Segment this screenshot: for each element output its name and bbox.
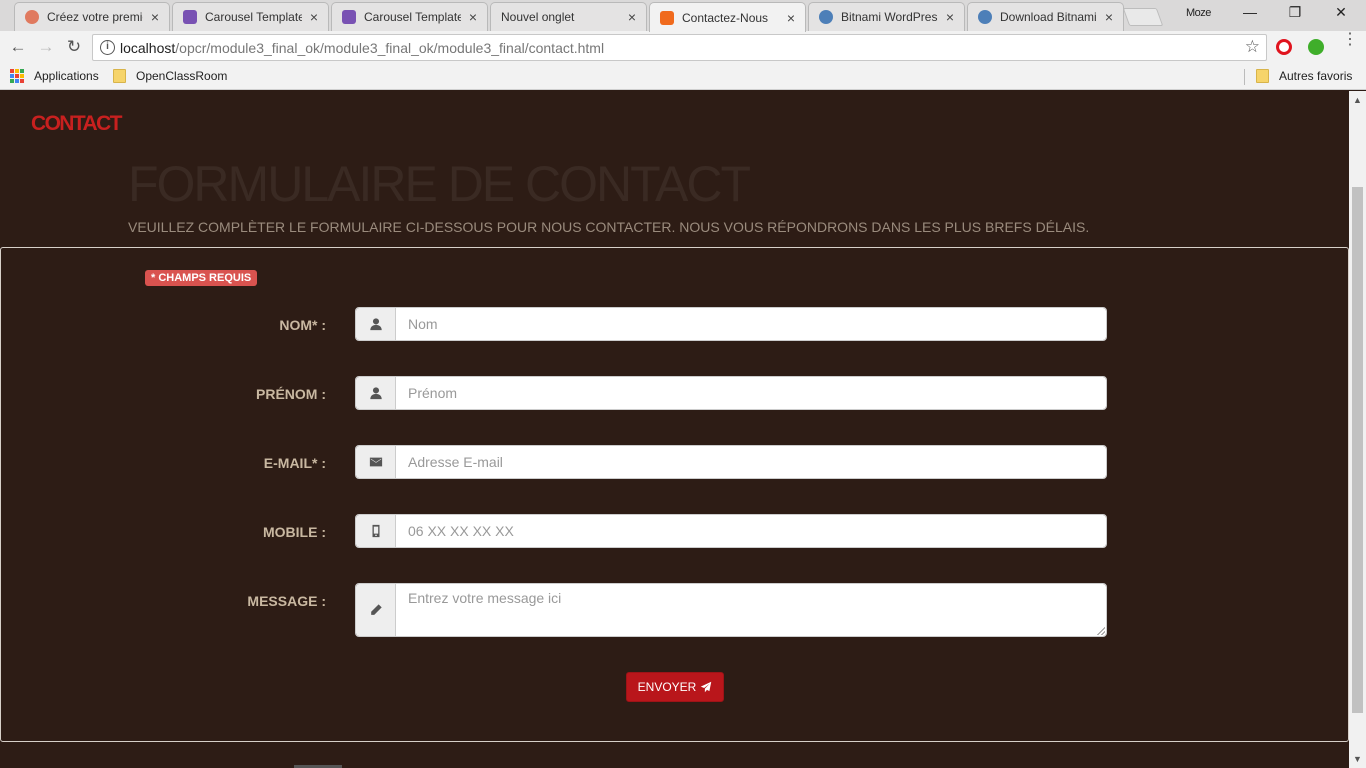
tab-download-bitnami[interactable]: Download Bitnami × bbox=[967, 2, 1124, 31]
mobile-input-group bbox=[355, 514, 1107, 548]
tab-close-icon[interactable]: × bbox=[1103, 9, 1115, 25]
textarea-resize-handle[interactable] bbox=[1097, 627, 1105, 635]
envelope-icon bbox=[356, 446, 396, 478]
tab-title: Nouvel onglet bbox=[501, 10, 575, 24]
minimize-button[interactable]: — bbox=[1238, 4, 1262, 24]
email-input-group bbox=[355, 445, 1107, 479]
info-icon[interactable]: i bbox=[100, 40, 115, 55]
tab-title: Download Bitnami bbox=[1000, 10, 1097, 24]
message-textarea[interactable] bbox=[396, 584, 1106, 636]
tab-close-icon[interactable]: × bbox=[149, 9, 161, 25]
tab-title: Créez votre premie bbox=[47, 10, 143, 24]
new-tab-button[interactable] bbox=[1122, 8, 1164, 26]
bookmarks-bar: Applications OpenClassRoom Autres favori… bbox=[0, 64, 1366, 90]
contact-form: * CHAMPS REQUIS NOM* : PRÉNOM : E-MAIL* … bbox=[0, 247, 1349, 742]
pencil-icon bbox=[356, 584, 396, 636]
tab-contactez-nous[interactable]: Contactez-Nous × bbox=[649, 2, 806, 32]
tab-close-icon[interactable]: × bbox=[308, 9, 320, 25]
xampp-favicon-icon bbox=[660, 10, 674, 25]
envoyer-button[interactable]: ENVOYER bbox=[626, 672, 724, 702]
url-host: localhost bbox=[120, 40, 176, 56]
tab-title: Carousel Template bbox=[364, 10, 461, 24]
user-icon bbox=[356, 377, 396, 409]
email-input[interactable] bbox=[396, 446, 1106, 478]
maximize-button[interactable]: ❐ bbox=[1283, 4, 1307, 24]
tab-carousel-template-2[interactable]: Carousel Template × bbox=[331, 2, 488, 31]
tab-title: Carousel Template bbox=[205, 10, 302, 24]
mobile-label: MOBILE : bbox=[263, 524, 326, 540]
page-scrollbar[interactable]: ▲ ▼ bbox=[1349, 91, 1366, 768]
bookmark-applications[interactable]: Applications bbox=[10, 69, 99, 83]
tab-close-icon[interactable]: × bbox=[467, 9, 479, 25]
page-subtitle: VEUILLEZ COMPLÈTER LE FORMULAIRE CI-DESS… bbox=[128, 219, 1090, 235]
bookmark-label: OpenClassRoom bbox=[136, 69, 228, 83]
bookmarks-divider bbox=[1244, 69, 1245, 85]
folder-icon bbox=[1256, 69, 1269, 83]
bookmark-star-icon[interactable]: ☆ bbox=[1245, 37, 1260, 57]
mobile-input[interactable] bbox=[396, 515, 1106, 547]
browser-toolbar: ← → ↻ i localhost/opcr/module3_final_ok/… bbox=[0, 31, 1366, 64]
back-button[interactable]: ← bbox=[8, 37, 28, 57]
message-input-group bbox=[355, 583, 1107, 637]
phone-icon bbox=[356, 515, 396, 547]
nom-input[interactable] bbox=[396, 308, 1106, 340]
bookmark-autres-favoris[interactable]: Autres favoris bbox=[1256, 69, 1352, 83]
bitnami-favicon-icon bbox=[978, 10, 992, 24]
scrollbar-thumb[interactable] bbox=[1352, 187, 1363, 713]
user-icon bbox=[356, 308, 396, 340]
bitnami-favicon-icon bbox=[819, 10, 833, 24]
page-title: FORMULAIRE DE CONTACT bbox=[128, 156, 751, 212]
tab-title: Contactez-Nous bbox=[682, 10, 769, 25]
nom-input-group bbox=[355, 307, 1107, 341]
close-window-button[interactable]: ✕ bbox=[1329, 4, 1353, 24]
tab-nouvel-onglet[interactable]: Nouvel onglet × bbox=[490, 2, 647, 31]
message-label: MESSAGE : bbox=[247, 593, 326, 609]
url-path: /opcr/module3_final_ok/module3_final_ok/… bbox=[175, 40, 605, 56]
bug-extension-icon[interactable] bbox=[1308, 39, 1324, 55]
scroll-down-arrow-icon[interactable]: ▼ bbox=[1353, 754, 1362, 764]
address-bar[interactable]: i localhost/opcr/module3_final_ok/module… bbox=[92, 34, 1267, 61]
prenom-input-group bbox=[355, 376, 1107, 410]
tab-close-icon[interactable]: × bbox=[944, 9, 956, 25]
bookmark-label: Autres favoris bbox=[1279, 69, 1353, 83]
prenom-input[interactable] bbox=[396, 377, 1106, 409]
envoyer-label: ENVOYER bbox=[637, 680, 697, 694]
profile-name[interactable]: Moze bbox=[1186, 7, 1211, 19]
bootstrap-favicon-icon bbox=[183, 10, 197, 24]
paper-plane-icon bbox=[701, 681, 712, 693]
site-favicon-icon bbox=[25, 10, 39, 24]
brand-logo[interactable]: CONTACT bbox=[31, 112, 123, 136]
tab-close-icon[interactable]: × bbox=[785, 10, 797, 26]
tab-bitnami-wordpress[interactable]: Bitnami WordPres × bbox=[808, 2, 965, 31]
tab-carousel-template-1[interactable]: Carousel Template × bbox=[172, 2, 329, 31]
tab-title: Bitnami WordPres bbox=[841, 10, 938, 24]
required-fields-badge: * CHAMPS REQUIS bbox=[145, 270, 258, 286]
reload-button[interactable]: ↻ bbox=[64, 37, 84, 57]
page-content: CONTACT FORMULAIRE DE CONTACT VEUILLEZ C… bbox=[0, 91, 1349, 768]
opera-extension-icon[interactable] bbox=[1276, 39, 1292, 55]
folder-icon bbox=[113, 69, 126, 83]
nom-label: NOM* : bbox=[279, 317, 326, 333]
tab-creez-votre-premier[interactable]: Créez votre premie × bbox=[14, 2, 170, 31]
apps-grid-icon bbox=[10, 69, 24, 83]
bookmark-openclassroom[interactable]: OpenClassRoom bbox=[113, 69, 227, 83]
scroll-up-arrow-icon[interactable]: ▲ bbox=[1353, 95, 1362, 105]
browser-titlebar: Créez votre premie × Carousel Template ×… bbox=[0, 0, 1366, 32]
email-label: E-MAIL* : bbox=[263, 455, 326, 471]
bootstrap-favicon-icon bbox=[342, 10, 356, 24]
tab-close-icon[interactable]: × bbox=[626, 9, 638, 25]
url-text[interactable]: localhost/opcr/module3_final_ok/module3_… bbox=[120, 40, 604, 56]
prenom-label: PRÉNOM : bbox=[256, 386, 326, 402]
forward-button[interactable]: → bbox=[36, 37, 56, 57]
bookmark-label: Applications bbox=[34, 69, 99, 83]
chrome-menu-icon[interactable]: ⋮ bbox=[1342, 32, 1358, 48]
